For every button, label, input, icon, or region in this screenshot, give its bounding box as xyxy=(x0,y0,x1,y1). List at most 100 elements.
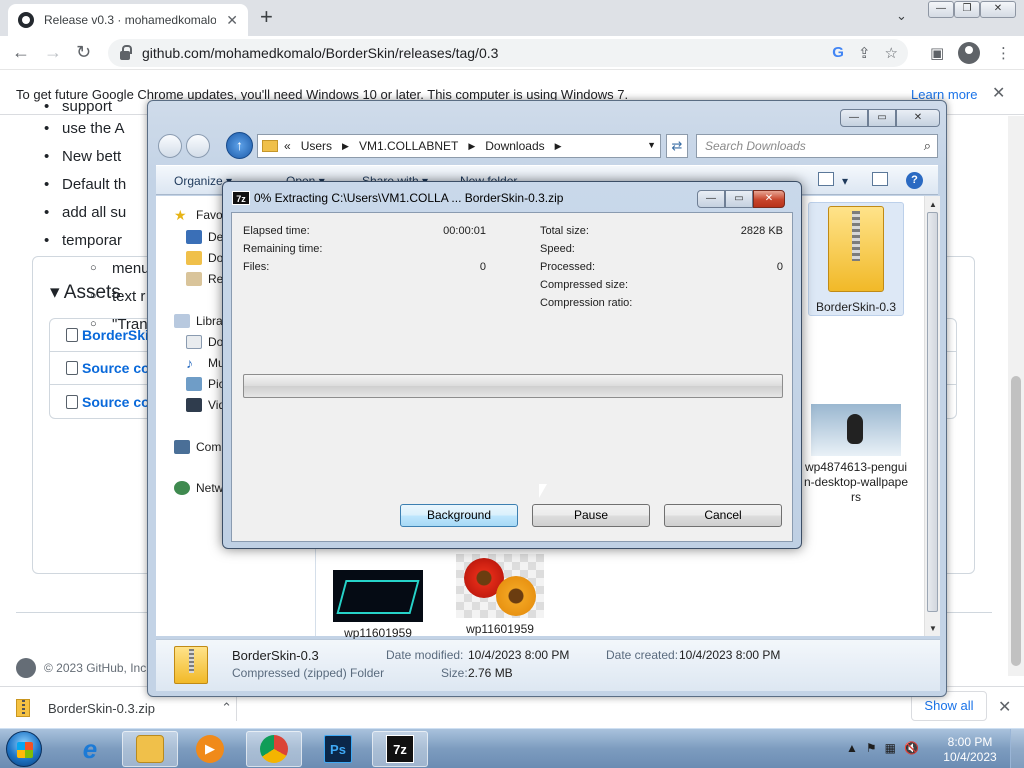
browser-tab[interactable]: Release v0.3 · mohamedkomalo/BorderSkin … xyxy=(8,4,248,36)
documents-icon xyxy=(186,335,202,349)
scroll-up-icon[interactable]: ▲ xyxy=(929,200,937,209)
nav-favorites[interactable]: ★ Favo xyxy=(174,208,223,222)
github-icon xyxy=(18,12,34,28)
extraction-progress-dialog: 7z 0% Extracting C:\Users\VM1.COLLA ... … xyxy=(222,181,802,549)
nav-videos[interactable]: Vid xyxy=(186,398,225,412)
assets-heading[interactable]: ▾ Assets xyxy=(50,281,121,304)
chevron-down-icon[interactable]: ▾ xyxy=(842,174,848,188)
chevron-down-icon[interactable]: ▼ xyxy=(647,140,656,150)
up-arrow-icon[interactable]: ↑ xyxy=(226,132,253,159)
shelf-close-icon[interactable]: ✕ xyxy=(998,697,1011,717)
nav-music[interactable]: ♪ Mu xyxy=(186,356,225,370)
infobar-close-icon[interactable]: ✕ xyxy=(992,83,1005,103)
tab-close-icon[interactable]: ✕ xyxy=(226,12,238,29)
taskbar-app-media-player[interactable]: ▶ xyxy=(182,731,238,767)
nav-pictures[interactable]: Pic xyxy=(186,377,225,391)
taskbar-app-internet-explorer[interactable]: e xyxy=(62,731,118,767)
maximize-button[interactable]: ▭ xyxy=(868,109,896,127)
minimize-button[interactable]: — xyxy=(928,1,954,18)
preview-pane-icon[interactable] xyxy=(872,172,888,186)
volume-muted-icon[interactable]: 🔇 xyxy=(904,741,919,755)
chevron-right-icon[interactable]: ▶ xyxy=(555,141,562,152)
explorer-address-bar[interactable]: « Users ▶ VM1.COLLABNET ▶ Downloads ▶ ▼ xyxy=(257,134,661,158)
scrollbar-thumb[interactable] xyxy=(927,212,938,612)
page-scrollbar[interactable] xyxy=(1008,116,1024,676)
date-modified-value: 10/4/2023 8:00 PM xyxy=(468,648,570,662)
search-icon[interactable]: ⌕ xyxy=(924,138,931,154)
chevron-right-icon[interactable]: ▶ xyxy=(342,141,349,152)
taskbar-app-chrome[interactable] xyxy=(246,731,302,767)
network-tray-icon[interactable]: ▦ xyxy=(885,741,896,755)
address-bar[interactable]: github.com/mohamedkomalo/BorderSkin/rele… xyxy=(108,39,908,67)
scroll-down-icon[interactable]: ▼ xyxy=(929,624,937,633)
taskbar-clock[interactable]: 8:00 PM 10/4/2023 xyxy=(936,735,1004,765)
list-item: Default th xyxy=(44,176,126,193)
chevron-right-icon[interactable]: ▶ xyxy=(468,141,475,152)
photoshop-icon: Ps xyxy=(324,735,352,763)
file-item[interactable]: wp4874613-penguin-desktop-wallpapers xyxy=(802,404,910,508)
background-button[interactable]: Background xyxy=(400,504,518,527)
forward-arrow-icon[interactable]: → xyxy=(44,42,62,62)
close-button[interactable]: ✕ xyxy=(753,190,785,208)
breadcrumb-item[interactable]: VM1.COLLABNET xyxy=(359,139,458,153)
videos-icon xyxy=(186,398,202,412)
refresh-icon[interactable]: ⇄ xyxy=(666,134,688,158)
chrome-icon xyxy=(260,735,288,763)
taskbar-app-photoshop[interactable]: Ps xyxy=(310,731,366,767)
minimize-button[interactable]: — xyxy=(697,190,725,208)
side-panel-icon[interactable]: ▣ xyxy=(930,44,944,62)
url-text[interactable]: github.com/mohamedkomalo/BorderSkin/rele… xyxy=(142,45,498,61)
forward-button[interactable] xyxy=(186,134,210,158)
share-icon[interactable]: ⇪ xyxy=(858,44,871,62)
chevron-up-icon[interactable]: ⌃ xyxy=(221,700,232,716)
file-item[interactable]: wp11601959 xyxy=(452,552,548,636)
nav-computer[interactable]: Com xyxy=(174,440,221,454)
breadcrumb-item[interactable]: Downloads xyxy=(485,139,544,153)
close-button[interactable]: ✕ xyxy=(980,1,1016,18)
minimize-button[interactable]: — xyxy=(840,109,868,127)
image-thumbnail xyxy=(456,554,544,618)
profile-avatar-icon[interactable] xyxy=(958,42,980,64)
bookmark-star-icon[interactable]: ☆ xyxy=(885,44,898,62)
computer-icon xyxy=(174,440,190,454)
file-list-scrollbar[interactable]: ▲ ▼ xyxy=(924,196,940,636)
breadcrumb-item[interactable]: Users xyxy=(301,139,332,153)
restore-button[interactable]: ❐ xyxy=(954,1,980,18)
reload-icon[interactable]: ↻ xyxy=(76,42,91,62)
cancel-button[interactable]: Cancel xyxy=(664,504,782,527)
download-item[interactable]: BorderSkin-0.3.zip ⌃ xyxy=(16,693,232,723)
taskbar-app-file-explorer[interactable] xyxy=(122,731,178,767)
google-lens-icon[interactable]: G xyxy=(832,44,844,62)
nav-network[interactable]: Netw xyxy=(174,481,223,495)
size-value: 2.76 MB xyxy=(468,666,513,680)
divider xyxy=(236,695,237,721)
maximize-button[interactable]: ▭ xyxy=(725,190,753,208)
show-desktop-button[interactable] xyxy=(1010,729,1024,768)
close-button[interactable]: ✕ xyxy=(896,109,940,127)
back-arrow-icon[interactable]: ← xyxy=(12,42,30,62)
back-button[interactable] xyxy=(158,134,182,158)
tab-search-icon[interactable]: ⌄ xyxy=(896,8,907,24)
file-item[interactable]: wp11601959 xyxy=(328,566,428,640)
download-filename[interactable]: BorderSkin-0.3.zip xyxy=(48,701,155,716)
media-player-icon: ▶ xyxy=(196,735,224,763)
files-value: 0 xyxy=(479,261,486,273)
details-file-name: BorderSkin-0.3 xyxy=(232,648,319,663)
taskbar-app-7zip[interactable]: 7z xyxy=(372,731,428,767)
search-input[interactable]: Search Downloads ⌕ xyxy=(696,134,938,158)
breadcrumb-overflow[interactable]: « xyxy=(284,139,291,153)
nav-libraries[interactable]: Libra xyxy=(174,314,223,328)
dialog-window-controls: — ▭ ✕ xyxy=(697,190,785,208)
new-tab-button[interactable]: + xyxy=(260,6,273,28)
view-options-icon[interactable] xyxy=(818,172,834,186)
help-icon[interactable]: ? xyxy=(906,172,923,189)
action-center-icon[interactable]: ⚑ xyxy=(866,741,877,755)
start-button[interactable] xyxy=(6,731,42,767)
file-item[interactable]: BorderSkin-0.3 xyxy=(808,202,904,316)
scrollbar-thumb[interactable] xyxy=(1011,376,1021,666)
show-hidden-icons-icon[interactable]: ▲ xyxy=(846,741,858,755)
menu-dots-icon[interactable]: ⋮ xyxy=(996,44,1011,62)
size-label: Size: xyxy=(441,666,468,680)
pause-button[interactable]: Pause xyxy=(532,504,650,527)
github-logo-icon[interactable] xyxy=(16,658,36,678)
